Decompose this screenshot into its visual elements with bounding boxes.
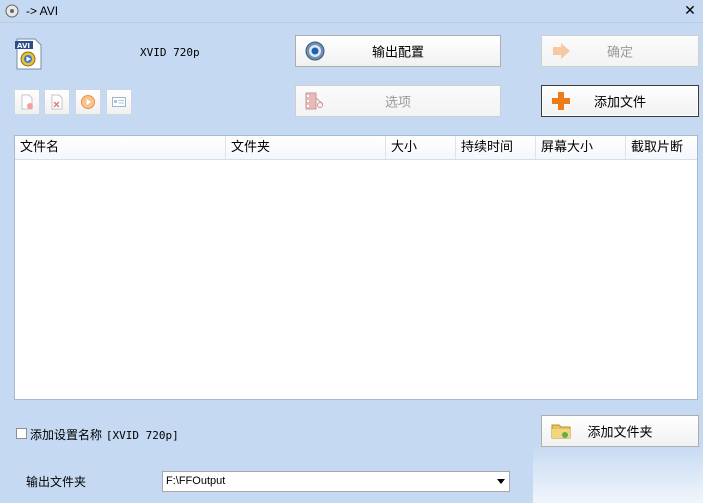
output-config-button[interactable]: 输出配置	[295, 35, 501, 67]
watermark-fade	[533, 443, 703, 503]
add-setting-name-label: 添加设置名称 [XVID 720p]	[30, 426, 179, 443]
profile-label: XVID 720p	[140, 46, 200, 59]
column-header-clip[interactable]: 截取片断	[626, 136, 697, 159]
close-icon[interactable]: ✕	[681, 2, 699, 20]
add-file-button[interactable]: 添加文件	[541, 85, 699, 117]
remove-file-button[interactable]	[14, 89, 40, 115]
options-button[interactable]: 选项	[295, 85, 501, 117]
add-folder-label: 添加文件夹	[587, 425, 653, 441]
app-icon	[5, 4, 19, 18]
media-info-button[interactable]	[106, 89, 132, 115]
column-header-size[interactable]: 大小	[386, 136, 456, 159]
add-folder-button[interactable]: 添加文件夹	[541, 415, 699, 447]
options-label: 选项	[384, 95, 411, 111]
table-header: 文件名 文件夹 大小 持续时间 屏幕大小 截取片断	[15, 136, 697, 160]
column-header-duration[interactable]: 持续时间	[456, 136, 536, 159]
output-config-label: 输出配置	[371, 45, 424, 61]
add-file-label: 添加文件	[593, 95, 646, 111]
avi-file-icon: AVI	[15, 38, 42, 70]
confirm-label: 确定	[606, 45, 633, 61]
output-folder-value: F:\FFOutput	[166, 475, 226, 487]
svg-text:AVI: AVI	[17, 42, 30, 50]
clear-list-button[interactable]	[44, 89, 70, 115]
add-setting-name-checkbox[interactable]	[16, 428, 27, 439]
add-setting-name-value: [XVID 720p]	[105, 429, 179, 442]
confirm-button[interactable]: 确定	[541, 35, 699, 67]
title-bar: -> AVI ✕	[0, 0, 703, 23]
play-icon	[81, 95, 95, 109]
add-setting-name-text: 添加设置名称	[30, 428, 103, 442]
chevron-down-icon	[497, 479, 505, 484]
clear-list-icon	[51, 94, 63, 110]
column-header-folder[interactable]: 文件夹	[226, 136, 386, 159]
column-header-filename[interactable]: 文件名	[15, 136, 226, 159]
play-button[interactable]	[75, 89, 101, 115]
remove-file-icon	[21, 94, 33, 110]
output-folder-label: 输出文件夹	[26, 475, 87, 489]
window-title: -> AVI	[26, 4, 59, 18]
output-folder-select[interactable]: F:\FFOutput	[162, 471, 510, 492]
column-header-screen-size[interactable]: 屏幕大小	[536, 136, 626, 159]
file-list-table[interactable]: 文件名 文件夹 大小 持续时间 屏幕大小 截取片断	[14, 135, 698, 400]
info-card-icon	[112, 97, 126, 107]
